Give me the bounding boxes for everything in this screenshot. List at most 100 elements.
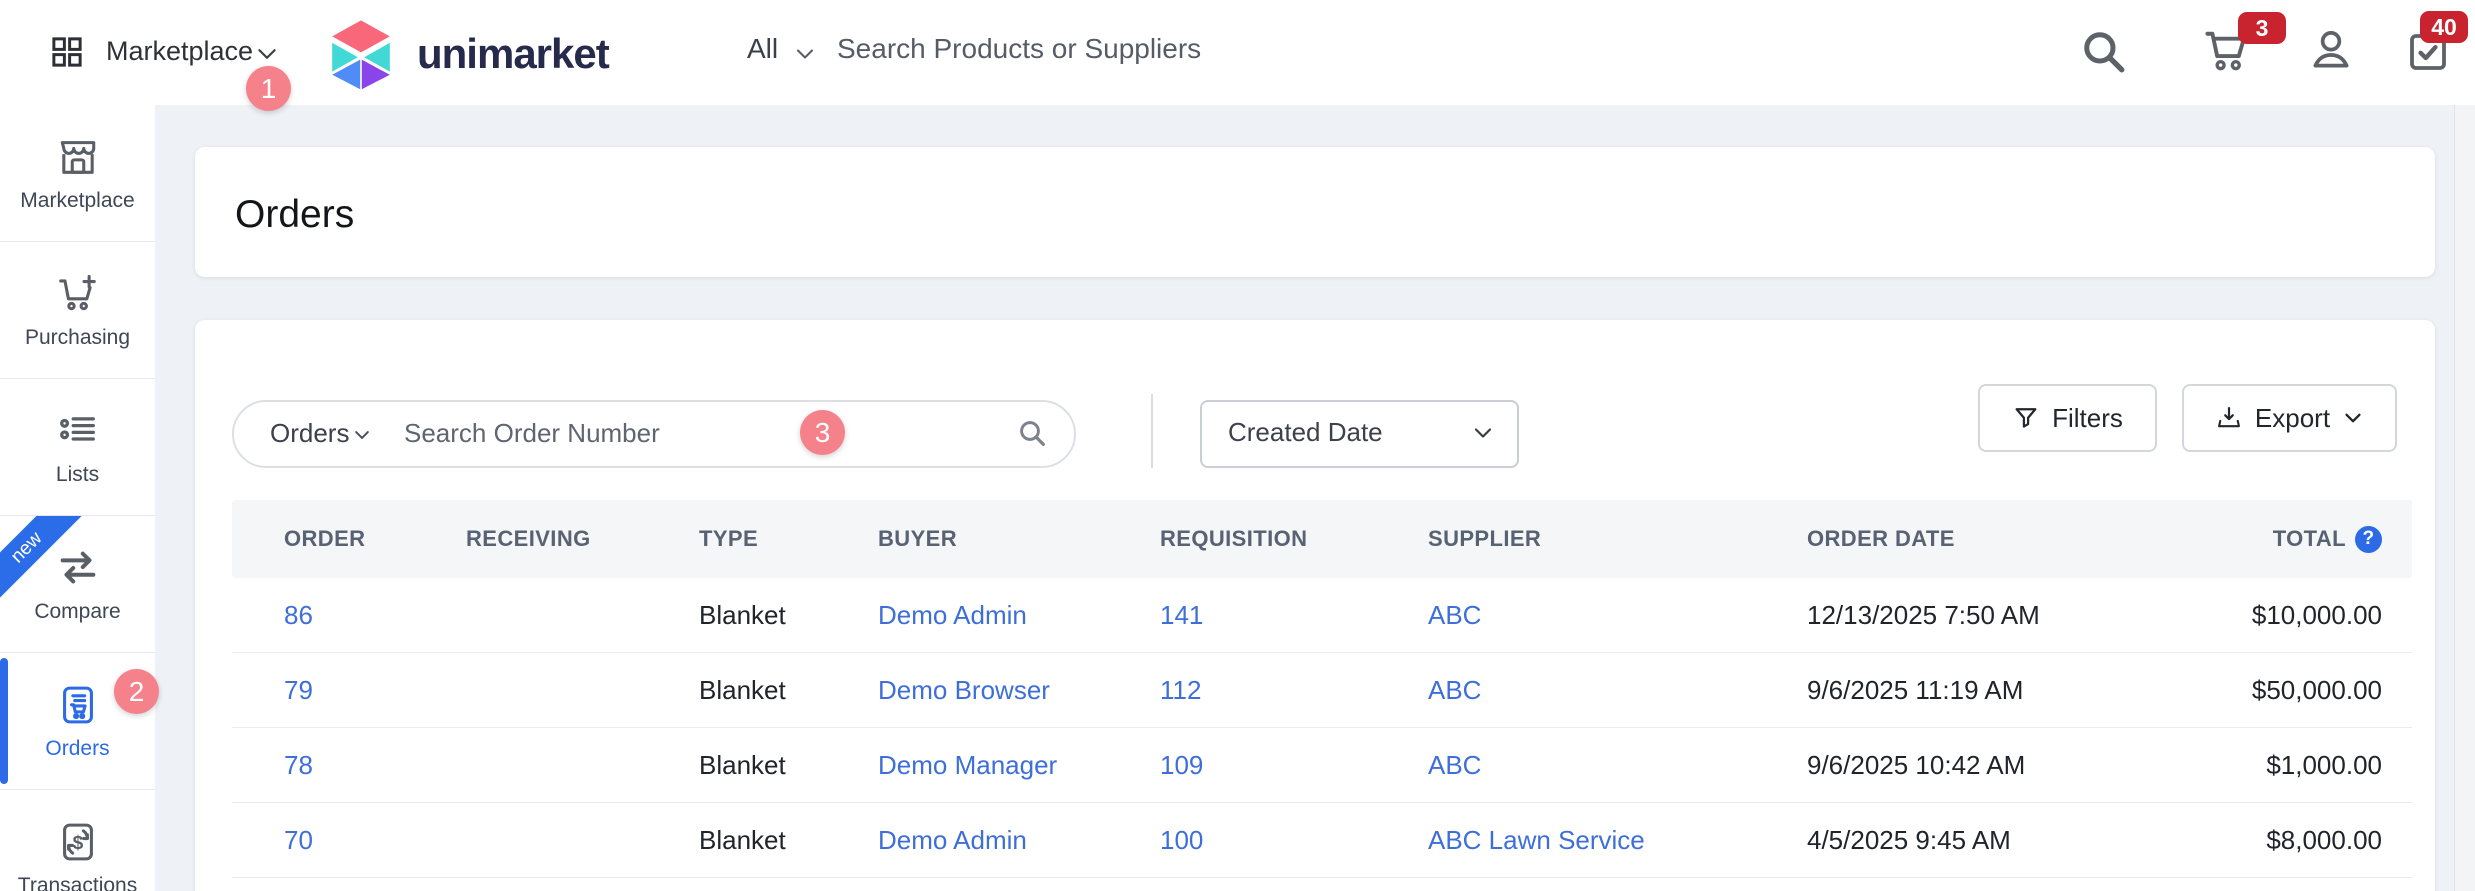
sidebar-item-label: Marketplace	[20, 189, 134, 213]
column-header-order[interactable]: ORDER	[284, 526, 466, 552]
order-link[interactable]: 79	[284, 675, 313, 705]
table-row: 78 BlanketDemo Manager 109 ABC 9/6/2025 10:4…	[232, 728, 2412, 803]
active-indicator	[0, 658, 8, 784]
cell-type: Blanket	[699, 600, 878, 631]
main-content: Orders Orders Search Order Number 3 Crea…	[155, 105, 2475, 891]
column-header-buyer[interactable]: BUYER	[878, 526, 1160, 552]
cell-buyer: Demo Manager	[878, 750, 1160, 781]
cell-type: Blanket	[699, 675, 878, 706]
export-button[interactable]: Export	[2182, 384, 2397, 452]
app-switcher-label[interactable]: Marketplace	[106, 36, 253, 67]
unimarket-logo[interactable]: unimarket	[323, 18, 609, 90]
requisition-link[interactable]: 109	[1160, 750, 1203, 780]
orders-table-card: Orders Search Order Number 3 Created Dat…	[195, 320, 2435, 891]
order-document-icon	[55, 682, 101, 728]
vertical-scrollbar[interactable]	[2454, 105, 2475, 891]
search-icon[interactable]	[1016, 417, 1048, 449]
step-annotation-1: 1	[246, 66, 291, 111]
buyer-link[interactable]: Demo Manager	[878, 750, 1057, 780]
column-header-receiving[interactable]: RECEIVING	[466, 526, 699, 552]
sidebar-item-label: Purchasing	[25, 326, 130, 350]
cell-order: 70	[284, 825, 466, 856]
search-scope-dropdown[interactable]: Orders	[270, 402, 349, 464]
cell-order-date: 9/6/2025 10:42 AM	[1807, 750, 2137, 781]
cart-plus-icon	[55, 271, 101, 317]
cell-order-date: 9/6/2025 11:19 AM	[1807, 675, 2137, 706]
supplier-link[interactable]: ABC	[1428, 675, 1481, 705]
requisition-link[interactable]: 112	[1160, 675, 1201, 705]
cell-supplier: ABC	[1428, 750, 1807, 781]
app-switcher-button[interactable]	[46, 31, 88, 73]
order-link[interactable]: 86	[284, 600, 313, 630]
chevron-down-icon[interactable]	[793, 42, 817, 66]
chevron-down-icon	[2342, 407, 2364, 429]
cell-supplier: ABC	[1428, 600, 1807, 631]
sidebar-item-compare[interactable]: new Compare	[0, 516, 155, 653]
buyer-link[interactable]: Demo Browser	[878, 675, 1050, 705]
sidebar-item-label: Transactions	[18, 874, 137, 891]
help-icon[interactable]: ?	[2355, 526, 2382, 553]
sidebar: Marketplace Purchasing List	[0, 105, 155, 891]
page-title: Orders	[195, 147, 2435, 237]
cell-total: $10,000.00	[2137, 600, 2382, 631]
sidebar-item-marketplace[interactable]: Marketplace	[0, 105, 155, 242]
sidebar-item-label: Lists	[56, 463, 99, 487]
chevron-down-icon[interactable]	[352, 425, 372, 445]
cell-type: Blanket	[699, 750, 878, 781]
table-header-row: ORDER RECEIVING TYPE BUYER REQUISITION S…	[232, 500, 2412, 578]
order-link[interactable]: 78	[284, 750, 313, 780]
cell-order-date: 12/13/2025 7:50 AM	[1807, 600, 2137, 631]
global-search-input[interactable]: Search Products or Suppliers	[837, 33, 1201, 65]
storefront-icon	[55, 134, 101, 180]
transactions-icon: $	[55, 819, 101, 865]
column-header-total[interactable]: TOTAL ?	[2137, 526, 2382, 553]
cell-requisition: 112	[1160, 675, 1428, 706]
search-icon[interactable]	[2078, 26, 2128, 76]
supplier-link[interactable]: ABC	[1428, 600, 1481, 630]
global-search-scope[interactable]: All	[747, 33, 778, 65]
apps-grid-icon	[46, 31, 88, 73]
sidebar-item-purchasing[interactable]: Purchasing	[0, 242, 155, 379]
table-row: 70BlanketDemo Admin100ABC Lawn Service4/…	[232, 803, 2412, 878]
column-header-supplier[interactable]: SUPPLIER	[1428, 526, 1807, 552]
cell-requisition: 141	[1160, 600, 1428, 631]
cell-total: $8,000.00	[2137, 825, 2382, 856]
filters-button[interactable]: Filters	[1978, 384, 2157, 452]
orders-table-rows: 86BlanketDemo Admin141ABC12/13/2025 7:50…	[232, 578, 2412, 878]
column-header-requisition[interactable]: REQUISITION	[1160, 526, 1428, 552]
sidebar-item-label: Orders	[45, 737, 109, 761]
filter-divider	[1151, 394, 1153, 468]
supplier-link[interactable]: ABC Lawn Service	[1428, 825, 1645, 855]
table-row: 86 BlanketDemo Admin 141 ABC 12/13/2025 7:50…	[232, 578, 2412, 653]
chevron-down-icon	[1471, 421, 1495, 445]
requisition-link[interactable]: 100	[1160, 825, 1203, 855]
chevron-down-icon[interactable]	[254, 41, 280, 67]
requisition-link[interactable]: 141	[1160, 600, 1203, 630]
cell-requisition: 100	[1160, 825, 1428, 856]
unimarket-logo-icon	[323, 18, 399, 90]
column-header-order-date[interactable]: ORDER DATE	[1807, 526, 2137, 552]
column-header-type[interactable]: TYPE	[699, 526, 878, 552]
cell-order: 78	[284, 750, 466, 781]
date-filter-select[interactable]: Created Date	[1200, 400, 1519, 468]
sidebar-item-lists[interactable]: Lists	[0, 379, 155, 516]
order-search-field[interactable]: Orders Search Order Number 3	[232, 400, 1076, 468]
sidebar-item-transactions[interactable]: $ Transactions	[0, 790, 155, 891]
logo-wordmark: unimarket	[417, 30, 609, 78]
cell-total: $1,000.00	[2137, 750, 2382, 781]
top-navigation-bar: Marketplace unimarket All Search Product…	[0, 0, 2475, 105]
date-filter-value: Created Date	[1228, 402, 1383, 462]
export-download-icon	[2215, 404, 2243, 432]
cell-requisition: 109	[1160, 750, 1428, 781]
cell-supplier: ABC	[1428, 675, 1807, 706]
step-annotation-2: 2	[114, 669, 159, 714]
supplier-link[interactable]: ABC	[1428, 750, 1481, 780]
search-order-number-input[interactable]: Search Order Number	[404, 402, 660, 464]
order-link[interactable]: 70	[284, 825, 313, 855]
person-icon[interactable]	[2306, 25, 2356, 75]
buyer-link[interactable]: Demo Admin	[878, 825, 1027, 855]
export-button-label: Export	[2255, 403, 2330, 434]
buyer-link[interactable]: Demo Admin	[878, 600, 1027, 630]
compare-arrows-icon	[55, 545, 101, 591]
cell-buyer: Demo Admin	[878, 600, 1160, 631]
